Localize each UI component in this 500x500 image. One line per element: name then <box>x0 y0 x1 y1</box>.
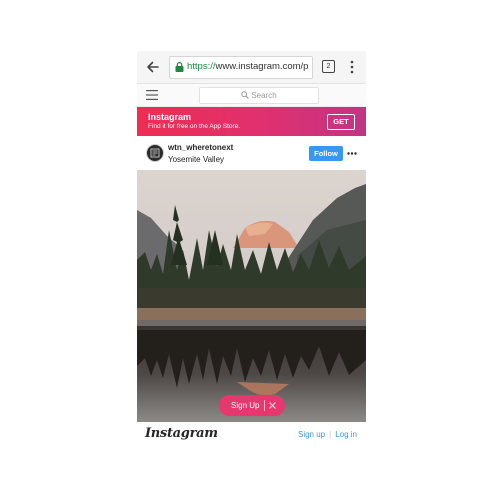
instagram-wordmark: Instagram <box>145 426 218 441</box>
tabs-icon[interactable]: 2 <box>322 60 335 73</box>
close-icon[interactable] <box>269 402 276 409</box>
signup-pill: Sign Up <box>219 395 285 416</box>
promo-title: Instagram <box>148 112 192 122</box>
signup-link[interactable]: Sign up <box>298 430 325 439</box>
search-placeholder: Search <box>251 91 277 100</box>
back-arrow-icon[interactable] <box>145 59 161 75</box>
url-text: https://www.instagram.com/p <box>187 61 308 72</box>
avatar-logo-icon <box>150 148 160 158</box>
footer-links: Sign up | Log in <box>298 430 357 439</box>
menu-dots-icon[interactable] <box>350 60 354 74</box>
pill-divider <box>264 400 265 411</box>
footer-bar: Instagram Sign up | Log in <box>137 423 366 449</box>
promo-subtitle: Find it for free on the App Store. <box>148 123 241 130</box>
app-promo-banner[interactable]: Instagram Find it for free on the App St… <box>137 107 366 136</box>
avatar[interactable] <box>146 144 164 162</box>
login-link[interactable]: Log in <box>335 430 357 439</box>
search-icon <box>241 91 250 99</box>
signup-pill-button[interactable]: Sign Up <box>231 401 259 410</box>
browser-toolbar: https://www.instagram.com/p 2 <box>137 51 366 84</box>
post-username[interactable]: wtn_wheretonext <box>168 143 233 152</box>
phone-screen: https://www.instagram.com/p 2 Search Ins… <box>137 51 366 449</box>
get-app-button[interactable]: GET <box>327 114 355 130</box>
follow-button[interactable]: Follow <box>309 146 343 161</box>
search-input[interactable]: Search <box>199 87 319 104</box>
post-header: wtn_wheretonext Yosemite Valley Follow <box>137 137 366 171</box>
post-photo[interactable] <box>137 170 366 422</box>
hamburger-icon[interactable] <box>146 90 158 100</box>
lock-icon <box>175 62 184 72</box>
url-scheme: https:// <box>187 61 216 72</box>
more-icon[interactable] <box>347 152 357 155</box>
address-bar[interactable]: https://www.instagram.com/p <box>169 56 313 79</box>
link-separator: | <box>329 430 332 439</box>
instagram-topbar: Search <box>137 84 366 107</box>
url-host: www.instagram.com/p <box>215 61 309 72</box>
post-location[interactable]: Yosemite Valley <box>168 155 224 164</box>
